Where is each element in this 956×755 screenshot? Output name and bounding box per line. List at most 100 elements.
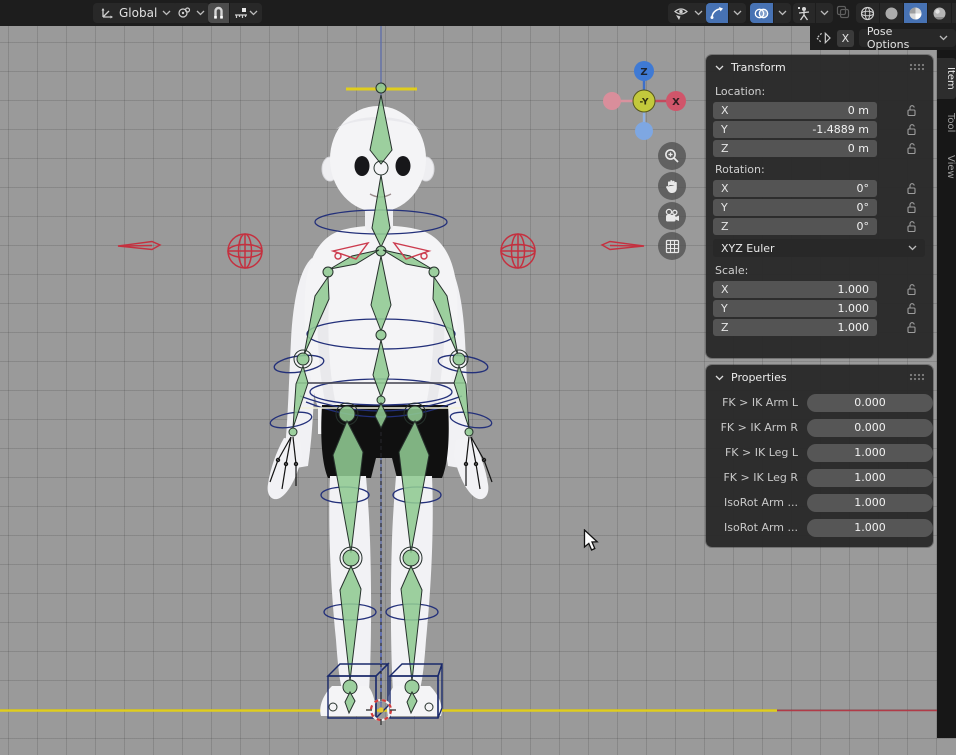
unlock-icon: [906, 201, 918, 214]
transform-panel: Transform Location: X 0 m Y -1.4889 m: [706, 55, 933, 358]
unlock-icon: [906, 104, 918, 117]
ik-hand-control-right[interactable]: [501, 234, 535, 268]
fk-ik-arm-l-slider[interactable]: 0.000: [807, 394, 933, 412]
sidebar-tab-strip: Item Tool View: [937, 50, 956, 738]
overlays-dropdown[interactable]: [774, 3, 791, 23]
rotation-x-field[interactable]: X 0°: [713, 180, 877, 197]
location-x-field[interactable]: X 0 m: [713, 102, 877, 119]
location-z-lock[interactable]: [905, 142, 919, 156]
perspective-toggle-button[interactable]: [658, 232, 686, 260]
tab-tool[interactable]: Tool: [937, 104, 956, 141]
armature-display-dropdown[interactable]: [816, 3, 833, 23]
show-overlays-toggle[interactable]: [750, 3, 773, 23]
panel-drag-handle[interactable]: [909, 373, 924, 382]
gizmo-axis-z-neg[interactable]: [635, 122, 653, 140]
solid-sphere-icon: [884, 6, 899, 21]
tab-item[interactable]: Item: [937, 58, 956, 99]
navigation-gizmo[interactable]: Z X -Y: [600, 57, 688, 145]
fk-ik-leg-r-slider[interactable]: 1.000: [807, 469, 933, 487]
shading-rendered-button[interactable]: [928, 3, 951, 23]
shading-wireframe-button[interactable]: [856, 3, 879, 23]
scale-x-field[interactable]: X 1.000: [713, 281, 877, 298]
fk-ik-leg-l-slider[interactable]: 1.000: [807, 444, 933, 462]
snap-toggle-button[interactable]: [208, 3, 229, 23]
object-visibility-dropdown[interactable]: [668, 3, 708, 23]
panel-drag-handle[interactable]: [909, 63, 924, 72]
scale-x-lock[interactable]: [905, 283, 919, 297]
location-y-field[interactable]: Y -1.4889 m: [713, 121, 877, 138]
rotation-label: Rotation:: [706, 158, 933, 179]
viewport-controls: [658, 142, 686, 260]
hand-icon: [664, 178, 680, 194]
eye-cursor-icon: [673, 6, 689, 21]
shading-dropdown[interactable]: [952, 3, 956, 23]
location-label: Location:: [706, 80, 933, 101]
ik-hand-control-left[interactable]: [228, 234, 262, 268]
scale-z-lock[interactable]: [905, 321, 919, 335]
svg-text:Z: Z: [640, 67, 647, 78]
toggle-xray-button[interactable]: [832, 4, 854, 23]
pose-figure-icon: [797, 6, 811, 21]
pole-target-left[interactable]: [118, 242, 160, 250]
transform-orientation-dropdown[interactable]: Global: [93, 3, 178, 23]
shading-material-preview-button[interactable]: [904, 3, 927, 23]
isorot-arm-1-slider[interactable]: 1.000: [807, 494, 933, 512]
prop-label: IsoRot Arm ...: [714, 496, 798, 509]
chevron-down-icon: [778, 10, 787, 16]
chevron-down-icon: [939, 35, 948, 41]
rotation-z-field[interactable]: Z 0°: [713, 218, 877, 235]
location-z-field[interactable]: Z 0 m: [713, 140, 877, 157]
eye-right: [396, 156, 411, 176]
unlock-icon: [906, 182, 918, 195]
isorot-arm-2-slider[interactable]: 1.000: [807, 519, 933, 537]
armature-display-toggle[interactable]: [793, 3, 815, 23]
pan-button[interactable]: [658, 172, 686, 200]
chevron-down-icon: [162, 10, 171, 16]
properties-panel: Properties FK > IK Arm L 0.000 FK > IK A…: [706, 365, 933, 547]
fk-ik-arm-r-slider[interactable]: 0.000: [807, 419, 933, 437]
rotation-y-lock[interactable]: [905, 201, 919, 215]
pivot-point-dropdown[interactable]: [172, 3, 210, 23]
gizmo-axis-x-neg[interactable]: [603, 92, 621, 110]
scale-y-field[interactable]: Y 1.000: [713, 300, 877, 317]
pose-options-label: Pose Options: [867, 25, 933, 51]
chevron-down-icon: [908, 245, 917, 251]
scale-z-field[interactable]: Z 1.000: [713, 319, 877, 336]
gizmo-icon: [710, 6, 724, 20]
scale-y-lock[interactable]: [905, 302, 919, 316]
blender-window: Global: [0, 0, 956, 755]
properties-panel-header[interactable]: Properties: [706, 365, 933, 390]
panel-collapse-icon: [715, 65, 724, 71]
overlays-icon: [754, 7, 769, 20]
transform-panel-header[interactable]: Transform: [706, 55, 933, 80]
prop-label: FK > IK Leg L: [714, 446, 798, 459]
pose-options-dropdown[interactable]: Pose Options: [859, 29, 956, 47]
mirror-x-toggle[interactable]: X: [837, 30, 854, 47]
pole-target-right[interactable]: [602, 242, 644, 250]
gizmo-axis-z[interactable]: Z: [634, 61, 654, 81]
gizmo-axis-y-neg-center[interactable]: -Y: [633, 90, 655, 112]
rotation-mode-dropdown[interactable]: XYZ Euler: [713, 239, 925, 257]
gizmo-axis-x[interactable]: X: [666, 91, 686, 111]
tab-view[interactable]: View: [937, 146, 956, 188]
rotation-mode-label: XYZ Euler: [721, 242, 775, 255]
unlock-icon: [906, 283, 918, 296]
rotation-x-lock[interactable]: [905, 182, 919, 196]
rotation-z-lock[interactable]: [905, 220, 919, 234]
show-gizmos-toggle[interactable]: [706, 3, 728, 23]
armature-rig[interactable]: [269, 83, 493, 718]
location-x-lock[interactable]: [905, 104, 919, 118]
camera-view-button[interactable]: [658, 202, 686, 230]
snap-settings-dropdown[interactable]: [230, 3, 262, 23]
svg-text:X: X: [672, 97, 680, 108]
gizmos-dropdown[interactable]: [729, 3, 746, 23]
material-preview-sphere-icon: [908, 6, 923, 21]
zoom-button[interactable]: [658, 142, 686, 170]
rotation-y-field[interactable]: Y 0°: [713, 199, 877, 216]
location-y-lock[interactable]: [905, 123, 919, 137]
shading-solid-button[interactable]: [880, 3, 903, 23]
mirror-x-label: X: [842, 32, 850, 45]
grid-icon: [665, 239, 680, 254]
mouse-cursor: [583, 529, 601, 557]
scale-label: Scale:: [706, 259, 933, 280]
